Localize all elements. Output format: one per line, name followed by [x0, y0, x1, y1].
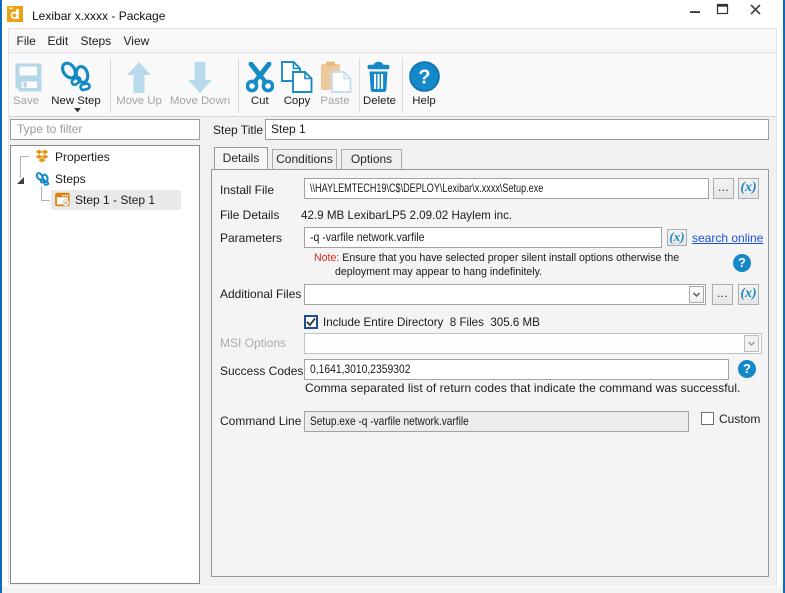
- svg-text:?: ?: [418, 66, 430, 88]
